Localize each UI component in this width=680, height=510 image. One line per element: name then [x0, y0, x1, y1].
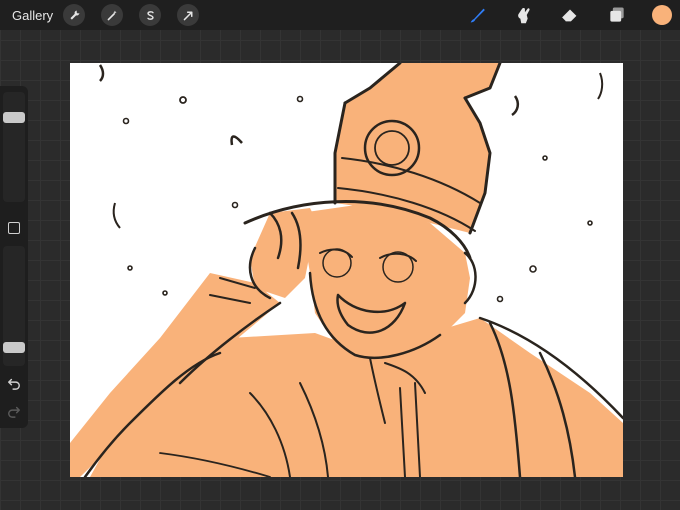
brush-size-slider[interactable] [3, 92, 25, 202]
eraser-tool-button[interactable] [558, 3, 582, 27]
transform-arrow-icon [183, 11, 192, 20]
sketch-artwork [70, 63, 623, 477]
layers-icon [610, 7, 624, 22]
magic-wand-icon [107, 10, 117, 20]
undo-icon[interactable] [7, 376, 21, 390]
modify-button[interactable] [8, 222, 20, 234]
color-picker-button[interactable] [652, 5, 672, 25]
eraser-icon [561, 9, 577, 22]
drawing-canvas[interactable] [70, 63, 623, 477]
adjustments-button[interactable] [101, 4, 123, 26]
smudge-tool-button[interactable] [512, 3, 536, 27]
brush-tool-button[interactable] [466, 3, 490, 27]
top-toolbar: Gallery [0, 0, 680, 30]
opacity-slider[interactable] [3, 246, 25, 366]
actions-button[interactable] [63, 4, 85, 26]
brush-icon [470, 8, 485, 23]
hand-fill [250, 208, 320, 298]
selection-button[interactable] [139, 4, 161, 26]
layers-button[interactable] [605, 3, 629, 27]
redo-icon[interactable] [7, 404, 21, 418]
sidebar [0, 86, 28, 428]
selection-s-icon [146, 10, 154, 20]
smudge-icon [518, 7, 530, 24]
wrench-icon [69, 10, 79, 20]
brush-size-thumb[interactable] [3, 111, 25, 123]
opacity-thumb[interactable] [3, 341, 25, 353]
transform-button[interactable] [177, 4, 199, 26]
gallery-button[interactable]: Gallery [12, 8, 53, 23]
